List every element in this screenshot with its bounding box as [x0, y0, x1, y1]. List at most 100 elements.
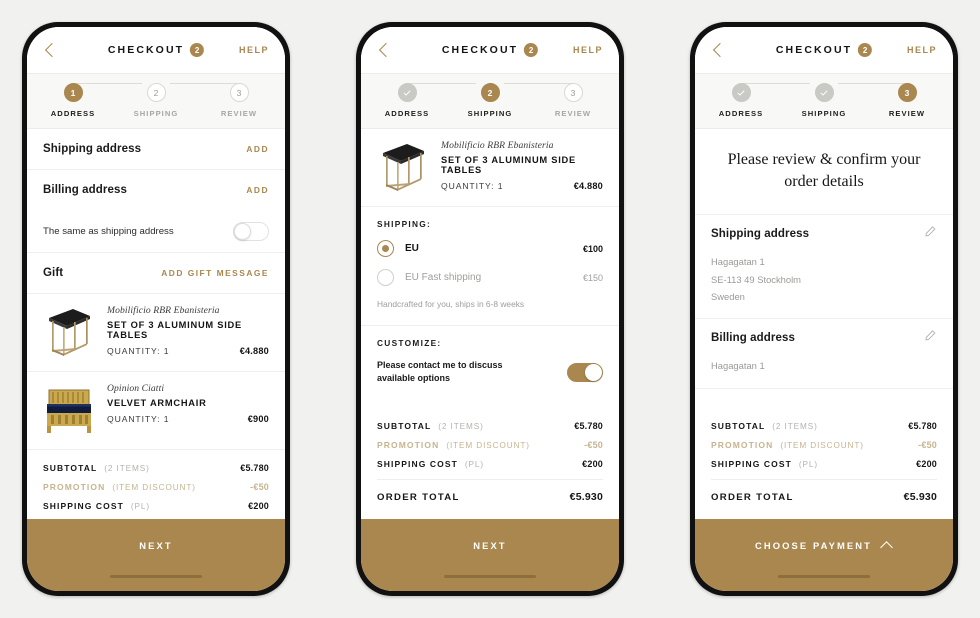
promotion-label: PROMOTION [43, 481, 106, 492]
screen-review: CHECKOUT 2 HELP ADDRESS SHIPPING 3 REVIE… [695, 27, 953, 591]
step-shipping-dot: 2 [146, 83, 166, 102]
customize-section: CUSTOMIZE: Please contact me to discuss … [361, 326, 619, 398]
phone-mockup-address: CHECKOUT 2 HELP 1 ADDRESS 2 SHIPPING 3 R… [22, 22, 290, 596]
step-review-label: REVIEW [220, 109, 258, 118]
order-total-value: €5.930 [903, 491, 937, 503]
next-button[interactable]: NEXT [27, 519, 285, 571]
step-review-dot: 3 [563, 83, 583, 102]
promotion-note: (ITEM DISCOUNT) [780, 440, 864, 450]
step-address-label: ADDRESS [50, 109, 96, 118]
help-link[interactable]: HELP [239, 45, 269, 55]
choose-payment-button[interactable]: CHOOSE PAYMENT [695, 519, 953, 571]
cart-count-badge: 2 [524, 43, 539, 57]
step-address-label: ADDRESS [718, 109, 764, 118]
chevron-left-icon[interactable] [377, 42, 393, 58]
review-shipping-address-title: Shipping address [711, 228, 810, 241]
cart-item-brand: Mobilificio RBR Ebanisteria [441, 140, 554, 151]
cart-item[interactable]: Mobilificio RBR Ebanisteria SET OF 3 ALU… [27, 294, 285, 372]
chevron-up-icon [881, 541, 893, 550]
shipping-option-eu[interactable]: EU €100 [377, 240, 603, 257]
step-shipping[interactable]: SHIPPING [796, 83, 852, 118]
promotion-value: -€50 [918, 439, 937, 450]
summary-subtotal-row: SUBTOTAL (2 ITEMS) €5.780 [711, 416, 937, 435]
customize-heading: CUSTOMIZE: [377, 338, 442, 348]
same-as-shipping-toggle[interactable] [233, 221, 269, 241]
cart-item-name: SET OF 3 ALUMINUM SIDE TABLES [441, 155, 576, 175]
next-button[interactable]: NEXT [361, 519, 619, 571]
screen-shipping-body: Mobilificio RBR Ebanisteria SET OF 3 ALU… [361, 129, 619, 519]
customize-toggle[interactable] [567, 362, 603, 382]
shipping-address-title: Shipping address [43, 143, 142, 155]
top-bar: CHECKOUT 2 HELP [361, 27, 619, 73]
step-address[interactable]: 1 ADDRESS [45, 83, 101, 118]
cart-item[interactable]: Mobilificio RBR Ebanisteria SET OF 3 ALU… [361, 129, 619, 207]
cart-item[interactable]: Opinion Ciatti VELVET ARMCHAIR QUANTITY:… [27, 372, 285, 450]
step-shipping[interactable]: 2 SHIPPING [128, 83, 184, 118]
step-shipping-label: SHIPPING [467, 109, 513, 118]
shipping-option-label: EU Fast shipping [405, 272, 482, 283]
shipping-cost-label: SHIPPING COST [43, 500, 124, 511]
add-billing-address-button[interactable]: ADD [246, 185, 269, 195]
chevron-left-icon[interactable] [43, 42, 59, 58]
billing-address-section: Billing address ADD The same as shipping… [27, 170, 285, 253]
subtotal-value: €5.780 [574, 420, 603, 431]
gift-title: Gift [43, 267, 64, 279]
address-line: Sweden [711, 290, 745, 302]
help-link[interactable]: HELP [573, 45, 603, 55]
subtotal-note: (2 ITEMS) [772, 421, 818, 431]
pencil-icon[interactable] [924, 225, 937, 243]
promotion-value: -€50 [250, 481, 269, 492]
address-line: SE-113 49 Stockholm [711, 273, 801, 285]
summary-order-total-row: ORDER TOTAL €5.930 [377, 482, 603, 513]
screen-address-body: Shipping address ADD Billing address ADD… [27, 129, 285, 519]
shipping-option-eu-fast[interactable]: EU Fast shipping €150 [377, 269, 603, 286]
subtotal-value: €5.780 [240, 462, 269, 473]
screen-review-body: Please review & confirm your order detai… [695, 129, 953, 519]
step-review[interactable]: 3 REVIEW [545, 83, 601, 118]
screen-address: CHECKOUT 2 HELP 1 ADDRESS 2 SHIPPING 3 R… [27, 27, 285, 591]
next-button-label: NEXT [139, 539, 173, 551]
phone-mockup-shipping: CHECKOUT 2 HELP ADDRESS 2 SHIPPING 3 REV… [356, 22, 624, 596]
summary-order-total-row: ORDER TOTAL €5.930 [711, 482, 937, 513]
order-total-value: €5.930 [569, 491, 603, 503]
step-shipping[interactable]: 2 SHIPPING [462, 83, 518, 118]
order-summary: SUBTOTAL (2 ITEMS) €5.780 PROMOTION (ITE… [695, 408, 953, 519]
shipping-cost-label: SHIPPING COST [711, 458, 792, 469]
subtotal-value: €5.780 [908, 420, 937, 431]
order-summary: SUBTOTAL (2 ITEMS) €5.780 PROMOTION (ITE… [27, 450, 285, 519]
pencil-icon[interactable] [924, 329, 937, 347]
radio-button-unselected[interactable] [377, 269, 394, 286]
cart-item-name: SET OF 3 ALUMINUM SIDE TABLES [107, 320, 242, 340]
cart-item-brand: Mobilificio RBR Ebanisteria [107, 305, 220, 316]
cart-item-quantity: QUANTITY: 1 [441, 181, 504, 191]
step-review[interactable]: 3 REVIEW [211, 83, 267, 118]
cart-item-name: VELVET ARMCHAIR [107, 398, 207, 408]
subtotal-note: (2 ITEMS) [104, 463, 150, 473]
shipping-cost-label: SHIPPING COST [377, 458, 458, 469]
help-link[interactable]: HELP [907, 45, 937, 55]
phone-mockup-review: CHECKOUT 2 HELP ADDRESS SHIPPING 3 REVIE… [690, 22, 958, 596]
shipping-cost-note: (PL) [798, 459, 818, 469]
home-indicator-bar [361, 571, 619, 591]
step-address[interactable]: ADDRESS [713, 83, 769, 118]
radio-button-selected[interactable] [377, 240, 394, 257]
shipping-cost-value: €200 [248, 500, 269, 511]
check-icon [820, 90, 828, 96]
add-gift-message-button[interactable]: ADD GIFT MESSAGE [161, 268, 269, 278]
summary-subtotal-row: SUBTOTAL (2 ITEMS) €5.780 [43, 458, 269, 477]
same-as-shipping-row: The same as shipping address [43, 210, 269, 252]
add-shipping-address-button[interactable]: ADD [246, 144, 269, 154]
review-headline: Please review & confirm your order detai… [695, 129, 953, 216]
chevron-left-icon[interactable] [711, 42, 727, 58]
step-address[interactable]: ADDRESS [379, 83, 435, 118]
promotion-value: -€50 [584, 439, 603, 450]
cart-item-brand: Opinion Ciatti [107, 383, 165, 394]
order-total-label: ORDER TOTAL [711, 492, 794, 503]
shipping-options-heading: SHIPPING: [377, 219, 432, 229]
summary-promotion-row: PROMOTION (ITEM DISCOUNT) -€50 [711, 435, 937, 454]
summary-shipping-row: SHIPPING COST (PL) €200 [43, 496, 269, 515]
step-review[interactable]: 3 REVIEW [879, 83, 935, 118]
shipping-cost-value: €200 [582, 458, 603, 469]
subtotal-label: SUBTOTAL [43, 462, 98, 473]
promotion-label: PROMOTION [711, 439, 774, 450]
